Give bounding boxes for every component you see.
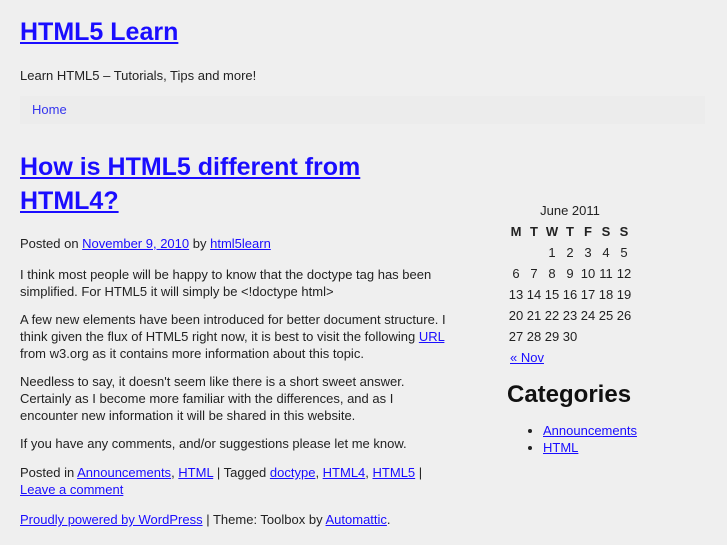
calendar-pad <box>507 242 525 263</box>
paragraph-text: from w3.org as it contains more informat… <box>20 346 364 361</box>
post-article: How is HTML5 different from HTML4? Poste… <box>20 150 450 498</box>
site-title-link[interactable]: HTML5 Learn <box>20 18 178 46</box>
calendar-day: 5 <box>620 245 628 260</box>
post-utility: Posted in Announcements, HTML | Tagged d… <box>20 465 423 497</box>
nav-item-home[interactable]: Home <box>32 102 67 118</box>
category-link-announcements[interactable]: Announcements <box>77 465 171 480</box>
calendar-day: 23 <box>562 308 578 323</box>
categories-list: Announcements HTML <box>507 422 717 456</box>
calendar-day: 1 <box>548 245 556 260</box>
categories-widget-title: Categories <box>507 381 632 408</box>
calendar-caption: June 2011 <box>540 203 600 218</box>
calendar-day: 27 <box>508 329 524 344</box>
calendar-prev-month-link[interactable]: « Nov <box>510 349 717 367</box>
calendar-day: 24 <box>580 308 596 323</box>
calendar-day: 12 <box>616 266 632 281</box>
post-paragraph: A few new elements have been introduced … <box>20 311 450 362</box>
calendar-week-row: 12345 <box>507 242 633 263</box>
category-list-item: HTML <box>543 439 717 456</box>
calendar-week-row: 20 21 22 23 24 25 26 <box>507 305 633 326</box>
by-label: by <box>192 236 207 251</box>
theme-label: Theme: Toolbox by <box>212 512 323 527</box>
calendar-weekday: M <box>510 224 522 239</box>
separator: | <box>418 465 423 480</box>
calendar-day: 29 <box>544 329 560 344</box>
calendar-day: 22 <box>544 308 560 323</box>
calendar-day: 13 <box>508 287 524 302</box>
calendar-day: 7 <box>530 266 538 281</box>
post-body: I think most people will be happy to kno… <box>20 266 450 452</box>
calendar-weekday: F <box>584 224 592 239</box>
tagged-label: Tagged <box>223 465 267 480</box>
paragraph-text: A few new elements have been introduced … <box>20 312 446 344</box>
calendar-day: 6 <box>512 266 520 281</box>
calendar-day: 30 <box>562 329 578 344</box>
calendar-day: 9 <box>566 266 574 281</box>
calendar-weekday: S <box>601 224 611 239</box>
w3-url-link[interactable]: URL <box>419 329 445 344</box>
calendar-day: 28 <box>526 329 542 344</box>
calendar-day: 11 <box>599 266 613 281</box>
calendar-week-row: 6 7 8 9 10 11 12 <box>507 263 633 284</box>
post-title-link[interactable]: How is HTML5 different from HTML4? <box>20 153 360 215</box>
calendar-pad <box>597 326 615 347</box>
post-date-link[interactable]: November 9, 2010 <box>82 236 189 251</box>
calendar-weekday: S <box>619 224 629 239</box>
main-nav: Home <box>20 96 705 124</box>
calendar-day: 20 <box>508 308 524 323</box>
calendar-day: 17 <box>580 287 596 302</box>
calendar-week-row: 27 28 29 30 <box>507 326 633 347</box>
category-link-html[interactable]: HTML <box>178 465 213 480</box>
posted-in-label: Posted in <box>20 465 75 480</box>
tag-link-html5[interactable]: HTML5 <box>373 465 416 480</box>
calendar-week-row: 13 14 15 16 17 18 19 <box>507 284 633 305</box>
posted-on-label: Posted on <box>20 236 79 251</box>
calendar-weekday-row: MTWTFSS <box>507 221 633 242</box>
post-meta: Posted on November 9, 2010 by html5learn <box>20 236 450 252</box>
calendar-day: 4 <box>602 245 610 260</box>
sidebar-category-announcements[interactable]: Announcements <box>543 423 637 438</box>
wordpress-link[interactable]: Proudly powered by WordPress <box>20 512 203 527</box>
sidebar: June 2011 MTWTFSS 1 2 3 4 5 6 7 8 9 10 11 12 13 14 15 1… <box>507 200 717 456</box>
post-paragraph: I think most people will be happy to kno… <box>20 267 432 299</box>
calendar: June 2011 MTWTFSS 1 2 3 4 5 6 7 8 9 10 11 12 13 14 15 1… <box>507 200 633 347</box>
calendar-pad <box>615 326 633 347</box>
calendar-day: 26 <box>616 308 632 323</box>
calendar-day: 3 <box>584 245 592 260</box>
site-title: HTML5 Learn <box>20 16 178 48</box>
calendar-day: 14 <box>526 287 542 302</box>
separator: | <box>206 512 210 527</box>
calendar-pad <box>579 326 597 347</box>
calendar-body: 1 2 3 4 5 6 7 8 9 10 11 12 13 14 15 16 17 18 19 20 21 22 23 24 2… <box>507 242 633 347</box>
automattic-link[interactable]: Automattic <box>326 512 387 527</box>
sidebar-category-html[interactable]: HTML <box>543 440 578 455</box>
calendar-day: 8 <box>548 266 556 281</box>
tag-link-html4[interactable]: HTML4 <box>323 465 366 480</box>
calendar-weekday: W <box>545 224 559 239</box>
calendar-day: 19 <box>616 287 632 302</box>
calendar-pad <box>525 242 543 263</box>
post-title: How is HTML5 different from HTML4? <box>20 150 450 218</box>
post-content-area: How is HTML5 different from HTML4? Poste… <box>20 150 450 528</box>
calendar-day: 16 <box>562 287 578 302</box>
calendar-day: 15 <box>544 287 560 302</box>
post-author-link[interactable]: html5learn <box>210 236 271 251</box>
calendar-day: 2 <box>566 245 574 260</box>
calendar-day: 10 <box>580 266 596 281</box>
calendar-day: 21 <box>526 308 542 323</box>
calendar-weekday: T <box>530 224 538 239</box>
calendar-weekday: T <box>566 224 574 239</box>
post-paragraph: If you have any comments, and/or suggest… <box>20 436 407 451</box>
leave-comment-link[interactable]: Leave a comment <box>20 482 123 497</box>
period: . <box>386 512 391 527</box>
category-list-item: Announcements <box>543 422 717 439</box>
site-description: Learn HTML5 – Tutorials, Tips and more! <box>20 68 257 83</box>
tag-link-doctype[interactable]: doctype <box>270 465 316 480</box>
site-footer: Proudly powered by WordPress | Theme: To… <box>20 511 450 528</box>
calendar-day: 25 <box>598 308 614 323</box>
post-paragraph: Needless to say, it doesn't seem like th… <box>20 374 405 423</box>
separator: | <box>216 465 221 480</box>
calendar-day: 18 <box>598 287 614 302</box>
